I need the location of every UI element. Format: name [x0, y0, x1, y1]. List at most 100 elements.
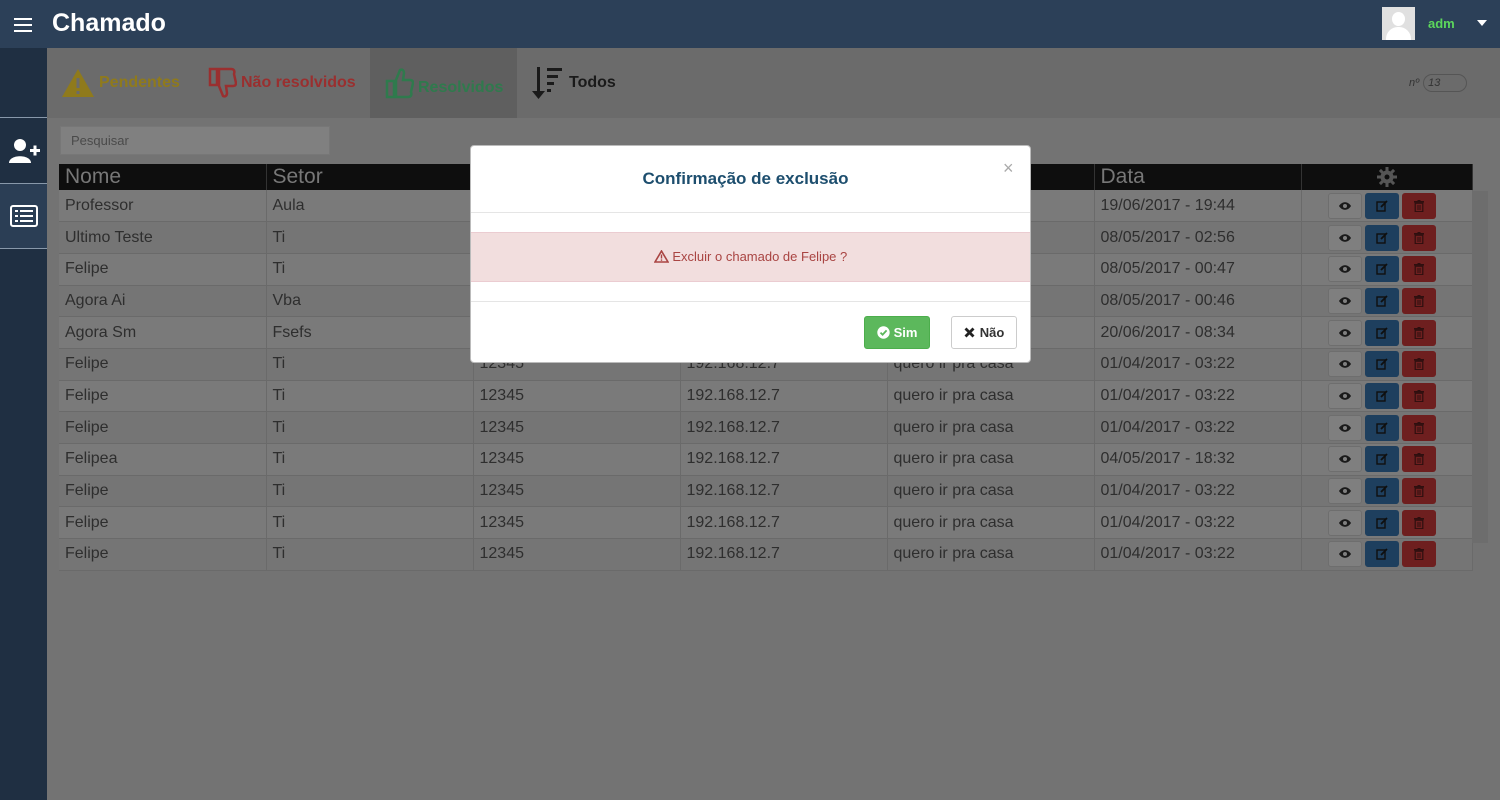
trash-icon — [1413, 421, 1424, 434]
view-button[interactable] — [1327, 287, 1362, 314]
gear-icon — [1376, 167, 1397, 188]
edit-button[interactable] — [1364, 192, 1399, 219]
eye-icon — [1338, 328, 1351, 337]
ticket-counter: nº 13 — [1409, 74, 1468, 92]
eye-icon — [1338, 455, 1351, 464]
tab-label: Resolvidos — [418, 79, 504, 96]
edit-button[interactable] — [1364, 351, 1399, 378]
username[interactable]: adm — [1428, 16, 1455, 31]
view-button[interactable] — [1327, 224, 1362, 251]
hamburger-menu-icon[interactable] — [13, 14, 33, 34]
tab-label: Não resolvidos — [241, 74, 356, 91]
column-header[interactable]: Setor — [266, 164, 474, 190]
edit-button[interactable] — [1364, 319, 1399, 346]
table-cell: Felipe — [59, 380, 267, 413]
delete-button[interactable] — [1401, 192, 1436, 219]
delete-button[interactable] — [1401, 319, 1436, 346]
table-scrollbar[interactable] — [1472, 191, 1488, 543]
tab-resolvidos[interactable]: Resolvidos — [370, 48, 517, 118]
user-plus-icon — [8, 138, 40, 163]
delete-button[interactable] — [1401, 446, 1436, 473]
table-row[interactable]: Felipe Ti 12345 192.168.12.7 quero ir pra ca… — [59, 475, 1473, 508]
trash-icon — [1413, 294, 1424, 307]
table-cell: Ti — [266, 538, 474, 571]
edit-button[interactable] — [1364, 224, 1399, 251]
delete-button[interactable] — [1401, 256, 1436, 283]
button-label: Sim — [893, 325, 918, 340]
table-cell: 01/04/2017 - 03:22 — [1094, 538, 1302, 571]
delete-button[interactable] — [1401, 351, 1436, 378]
delete-button[interactable] — [1401, 414, 1436, 441]
view-button[interactable] — [1327, 446, 1362, 473]
table-cell: Felipe — [59, 348, 267, 381]
trash-icon — [1413, 485, 1424, 498]
view-button[interactable] — [1327, 319, 1362, 346]
table-row[interactable]: Felipe Ti 12345 192.168.12.7 quero ir pra ca… — [59, 380, 1473, 413]
table-cell: 12345 — [473, 443, 681, 476]
edit-button[interactable] — [1364, 256, 1399, 283]
settings-column-header[interactable] — [1301, 164, 1473, 190]
warning-icon — [62, 69, 94, 97]
edit-button[interactable] — [1364, 287, 1399, 314]
close-icon[interactable]: × — [1003, 158, 1014, 179]
view-button[interactable] — [1327, 541, 1362, 568]
close-icon — [964, 327, 975, 338]
avatar[interactable] — [1382, 7, 1415, 40]
tab-todos[interactable]: Todos — [531, 48, 616, 118]
delete-button[interactable] — [1401, 224, 1436, 251]
search-input[interactable]: Pesquisar — [60, 126, 330, 155]
delete-button[interactable] — [1401, 478, 1436, 505]
tab-pendentes[interactable]: Pendentes — [61, 48, 180, 118]
view-button[interactable] — [1327, 382, 1362, 409]
edit-button[interactable] — [1364, 509, 1399, 536]
table-row[interactable]: Felipe Ti 12345 192.168.12.7 quero ir pra ca… — [59, 506, 1473, 540]
view-button[interactable] — [1327, 478, 1362, 505]
counter-prefix: nº — [1409, 77, 1420, 89]
trash-icon — [1413, 358, 1424, 371]
user-menu-caret-icon[interactable] — [1477, 20, 1487, 26]
edit-button[interactable] — [1364, 414, 1399, 441]
trash-icon — [1413, 326, 1424, 339]
eye-icon — [1338, 265, 1351, 273]
view-button[interactable] — [1327, 414, 1362, 441]
edit-button[interactable] — [1364, 478, 1399, 505]
sidebar-item-list[interactable] — [0, 183, 47, 249]
confirm-no-button[interactable]: Não — [951, 316, 1017, 349]
confirm-yes-button[interactable]: Sim — [864, 316, 930, 349]
table-cell: Ti — [266, 443, 474, 476]
table-row[interactable]: Felipea Ti 12345 192.168.12.7 quero ir pra c… — [59, 443, 1473, 476]
table-cell: Ti — [266, 506, 474, 540]
table-row[interactable]: Felipe Ti 12345 192.168.12.7 quero ir pra ca… — [59, 411, 1473, 444]
view-button[interactable] — [1327, 509, 1362, 536]
table-cell: 08/05/2017 - 00:46 — [1094, 285, 1302, 318]
view-button[interactable] — [1327, 192, 1362, 219]
delete-button[interactable] — [1401, 541, 1436, 568]
trash-icon — [1413, 389, 1424, 402]
table-cell: 192.168.12.7 — [680, 380, 888, 413]
delete-button[interactable] — [1401, 382, 1436, 409]
trash-icon — [1413, 516, 1424, 529]
table-cell: quero ir pra casa — [887, 506, 1095, 540]
tab-nao-resolvidos[interactable]: Não resolvidos — [207, 48, 356, 118]
table-cell: Ti — [266, 380, 474, 413]
delete-button[interactable] — [1401, 287, 1436, 314]
column-header[interactable]: Data — [1094, 164, 1302, 190]
counter-value: 13 — [1423, 74, 1468, 92]
table-cell: 12345 — [473, 411, 681, 444]
sidebar-item-add-user[interactable] — [0, 117, 47, 183]
edit-button[interactable] — [1364, 541, 1399, 568]
eye-icon — [1338, 233, 1351, 242]
table-cell: Ti — [266, 411, 474, 444]
column-header[interactable]: Nome — [59, 164, 267, 190]
table-row[interactable]: Felipe Ti 12345 192.168.12.7 quero ir pra ca… — [59, 538, 1473, 571]
eye-icon — [1338, 423, 1351, 432]
table-cell: 12345 — [473, 506, 681, 540]
edit-button[interactable] — [1364, 446, 1399, 473]
view-button[interactable] — [1327, 351, 1362, 378]
table-cell: quero ir pra casa — [887, 443, 1095, 476]
edit-button[interactable] — [1364, 382, 1399, 409]
delete-button[interactable] — [1401, 509, 1436, 536]
view-button[interactable] — [1327, 256, 1362, 283]
table-cell: quero ir pra casa — [887, 475, 1095, 508]
table-cell: 01/04/2017 - 03:22 — [1094, 475, 1302, 508]
